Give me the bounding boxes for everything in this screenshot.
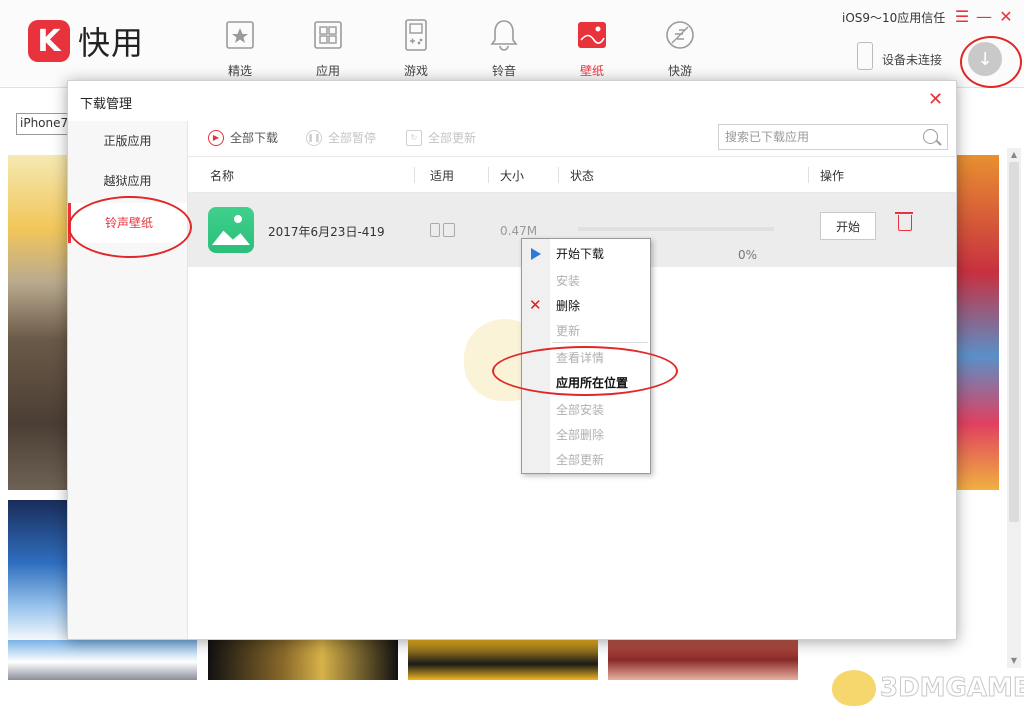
dialog-title: 下载管理 bbox=[80, 97, 133, 112]
play-icon bbox=[531, 248, 541, 260]
start-all-button[interactable]: ▶ 全部下载 bbox=[208, 129, 278, 146]
top-bar: K 快用 精选 应用 游戏 铃音 壁纸 快游 iOS9～10应用信任 ☰ — ✕… bbox=[0, 0, 1024, 88]
wallpaper-thumb-bridge[interactable] bbox=[608, 640, 798, 680]
app-name: 快用 bbox=[78, 24, 145, 62]
start-all-label: 全部下载 bbox=[230, 131, 279, 145]
nav-label: 壁纸 bbox=[579, 64, 604, 78]
update-icon: ↻ bbox=[406, 129, 422, 146]
search-input[interactable] bbox=[719, 125, 909, 149]
column-divider bbox=[808, 167, 809, 183]
wallpaper-thumb-coast[interactable] bbox=[8, 155, 68, 490]
app-logo[interactable]: K 快用 bbox=[28, 18, 144, 64]
nav-label: 铃音 bbox=[491, 64, 516, 78]
download-manager-button[interactable]: ↓ bbox=[968, 42, 1002, 76]
scroll-up-arrow-icon[interactable]: ▲ bbox=[1008, 150, 1020, 159]
table-header: 名称 适用 大小 状态 操作 bbox=[188, 157, 956, 193]
pause-all-button[interactable]: ❚❚ 全部暂停 bbox=[306, 129, 376, 146]
progress-percent: 0% bbox=[738, 248, 758, 262]
watermark-mascot-icon bbox=[832, 670, 876, 706]
play-icon: ▶ bbox=[208, 129, 224, 146]
scroll-down-arrow-icon[interactable]: ▼ bbox=[1008, 656, 1020, 665]
minimize-icon[interactable]: — bbox=[976, 7, 992, 26]
nav-item-apps[interactable]: 应用 bbox=[284, 18, 372, 79]
column-header-status: 状态 bbox=[570, 169, 595, 183]
ios-trust-link[interactable]: iOS9～10应用信任 bbox=[842, 9, 945, 26]
nav-item-quickplay[interactable]: 快游 bbox=[636, 18, 724, 79]
row-size: 0.47M bbox=[500, 224, 538, 238]
update-all-button[interactable]: ↻ 全部更新 bbox=[406, 129, 476, 146]
menu-item-update-all[interactable]: 全部更新 bbox=[556, 452, 604, 468]
nav-label: 应用 bbox=[315, 64, 340, 78]
window-controls: ☰ — ✕ bbox=[954, 7, 1014, 26]
device-status: 设备未连接 bbox=[882, 53, 943, 67]
nav-item-wallpapers[interactable]: 壁纸 bbox=[548, 18, 636, 79]
context-menu-gutter bbox=[522, 239, 550, 473]
logo-mark-icon: K bbox=[28, 20, 70, 62]
menu-icon[interactable]: ☰ bbox=[954, 7, 970, 26]
progress-bar bbox=[578, 227, 774, 231]
watermark: 3DMGAME bbox=[832, 670, 1024, 706]
delete-x-icon: ✕ bbox=[529, 296, 542, 314]
sidebar-item-licensed-apps[interactable]: 正版应用 bbox=[68, 121, 187, 161]
grid-icon bbox=[314, 21, 342, 49]
page-scrollbar-thumb[interactable] bbox=[1009, 162, 1019, 522]
menu-item-install[interactable]: 安装 bbox=[556, 273, 580, 289]
star-icon bbox=[226, 21, 254, 49]
menu-item-install-all[interactable]: 全部安装 bbox=[556, 402, 604, 418]
wallpaper-thumb-gold[interactable] bbox=[208, 640, 398, 680]
sidebar-item-jailbreak-apps[interactable]: 越狱应用 bbox=[68, 161, 187, 201]
watermark-text: 3DMGAME bbox=[880, 673, 1024, 704]
search-icon[interactable] bbox=[923, 129, 938, 144]
column-header-action: 操作 bbox=[820, 169, 845, 183]
wallpaper-thumb-colorful[interactable] bbox=[957, 155, 999, 490]
download-arrow-icon: ↓ bbox=[977, 48, 993, 70]
nav-item-ringtones[interactable]: 铃音 bbox=[460, 18, 548, 79]
leaf-icon bbox=[666, 21, 694, 49]
pause-all-label: 全部暂停 bbox=[328, 131, 377, 145]
menu-item-view-details[interactable]: 查看详情 bbox=[556, 350, 604, 366]
trash-icon[interactable] bbox=[895, 212, 913, 231]
row-name: 2017年6月23日-419 bbox=[268, 225, 385, 239]
menu-separator bbox=[552, 342, 648, 343]
column-divider bbox=[558, 167, 559, 183]
menu-item-start-download[interactable]: 开始下载 bbox=[556, 246, 604, 262]
menu-item-delete[interactable]: 删除 bbox=[556, 298, 580, 314]
start-download-button[interactable]: 开始 bbox=[820, 212, 876, 240]
wallpaper-icon bbox=[578, 22, 606, 48]
column-header-compat: 适用 bbox=[430, 169, 455, 183]
wallpaper-thumb-louvre[interactable] bbox=[8, 640, 197, 680]
menu-item-update[interactable]: 更新 bbox=[556, 323, 580, 339]
column-divider bbox=[488, 167, 489, 183]
column-header-size: 大小 bbox=[500, 169, 525, 183]
device-select[interactable]: iPhone7 bbox=[16, 113, 72, 135]
dialog-sidebar: 正版应用 越狱应用 铃声壁纸 bbox=[68, 121, 188, 639]
phone-icon bbox=[857, 42, 873, 70]
nav-label: 快游 bbox=[667, 64, 692, 78]
nav-item-games[interactable]: 游戏 bbox=[372, 18, 460, 79]
gameboy-icon bbox=[405, 19, 427, 51]
wallpaper-thumb-cartoon[interactable] bbox=[408, 640, 598, 680]
download-manager-dialog: 下载管理 ✕ 正版应用 越狱应用 铃声壁纸 ▶ 全部下载 ❚❚ 全部暂停 ↻ 全… bbox=[67, 80, 957, 640]
update-all-label: 全部更新 bbox=[428, 131, 477, 145]
sidebar-item-ringtone-wallpaper[interactable]: 铃声壁纸 bbox=[68, 203, 187, 243]
menu-item-delete-all[interactable]: 全部删除 bbox=[556, 427, 604, 443]
wallpaper-file-icon bbox=[208, 207, 254, 253]
pause-icon: ❚❚ bbox=[306, 129, 322, 146]
menu-item-open-location[interactable]: 应用所在位置 bbox=[556, 375, 628, 391]
dialog-toolbar: ▶ 全部下载 ❚❚ 全部暂停 ↻ 全部更新 bbox=[188, 121, 956, 157]
column-divider bbox=[414, 167, 415, 183]
nav-item-featured[interactable]: 精选 bbox=[196, 18, 284, 79]
device-compat-icon bbox=[430, 223, 455, 237]
nav-label: 游戏 bbox=[403, 64, 428, 78]
bell-icon bbox=[490, 20, 518, 51]
nav-label: 精选 bbox=[227, 64, 252, 78]
column-header-name: 名称 bbox=[210, 169, 235, 183]
main-nav: 精选 应用 游戏 铃音 壁纸 快游 bbox=[196, 18, 724, 79]
context-menu: ✕ 开始下载 安装 删除 更新 查看详情 应用所在位置 全部安装 全部删除 全部… bbox=[521, 238, 651, 474]
close-window-icon[interactable]: ✕ bbox=[998, 7, 1014, 26]
dialog-close-icon[interactable]: ✕ bbox=[928, 89, 943, 110]
search-box bbox=[718, 124, 948, 150]
